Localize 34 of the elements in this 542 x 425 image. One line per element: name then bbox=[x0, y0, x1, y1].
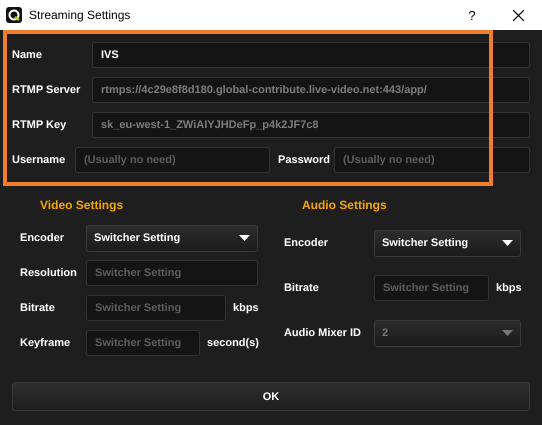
field-label: RTMP Server bbox=[12, 84, 82, 96]
ok-button[interactable]: OK bbox=[12, 382, 530, 411]
dropdown[interactable]: Switcher Setting bbox=[374, 230, 521, 256]
unit-label: kbps bbox=[233, 302, 259, 314]
dropdown[interactable]: Switcher Setting bbox=[86, 224, 258, 252]
field-label: Encoder bbox=[284, 237, 329, 249]
app-logo-icon bbox=[6, 7, 22, 23]
field-label: Bitrate bbox=[20, 302, 56, 314]
field-label: RTMP Key bbox=[12, 119, 68, 131]
dropdown-caret-icon bbox=[239, 235, 250, 241]
input-field[interactable]: Switcher Setting bbox=[374, 275, 489, 301]
field-label: Password bbox=[278, 154, 331, 166]
input-field[interactable]: (Usually no need) bbox=[75, 147, 270, 173]
field-label: Username bbox=[12, 154, 66, 166]
unit-label: kbps bbox=[496, 282, 522, 294]
field-label: Encoder bbox=[20, 232, 66, 244]
field-label: Name bbox=[12, 49, 43, 61]
field-label: Resolution bbox=[20, 267, 78, 279]
section-heading: Video Settings bbox=[40, 198, 124, 212]
input-field[interactable]: IVS bbox=[92, 42, 530, 68]
help-button[interactable]: ? bbox=[462, 8, 482, 22]
section-heading: Audio Settings bbox=[302, 198, 388, 212]
input-field[interactable]: Switcher Setting bbox=[86, 260, 258, 286]
dropdown-caret-icon bbox=[502, 240, 513, 246]
window-title: Streaming Settings bbox=[29, 8, 132, 22]
field-label: Bitrate bbox=[284, 282, 320, 294]
close-icon[interactable] bbox=[513, 10, 524, 20]
input-field[interactable]: (Usually no need) bbox=[334, 147, 530, 173]
dropdown-caret-icon bbox=[502, 330, 513, 336]
field-label: Keyframe bbox=[20, 337, 72, 349]
input-field[interactable]: Switcher Setting bbox=[86, 295, 226, 321]
unit-label: second(s) bbox=[207, 337, 259, 349]
field-label: Audio Mixer ID bbox=[284, 327, 362, 339]
input-field[interactable]: Switcher Setting bbox=[86, 330, 200, 356]
